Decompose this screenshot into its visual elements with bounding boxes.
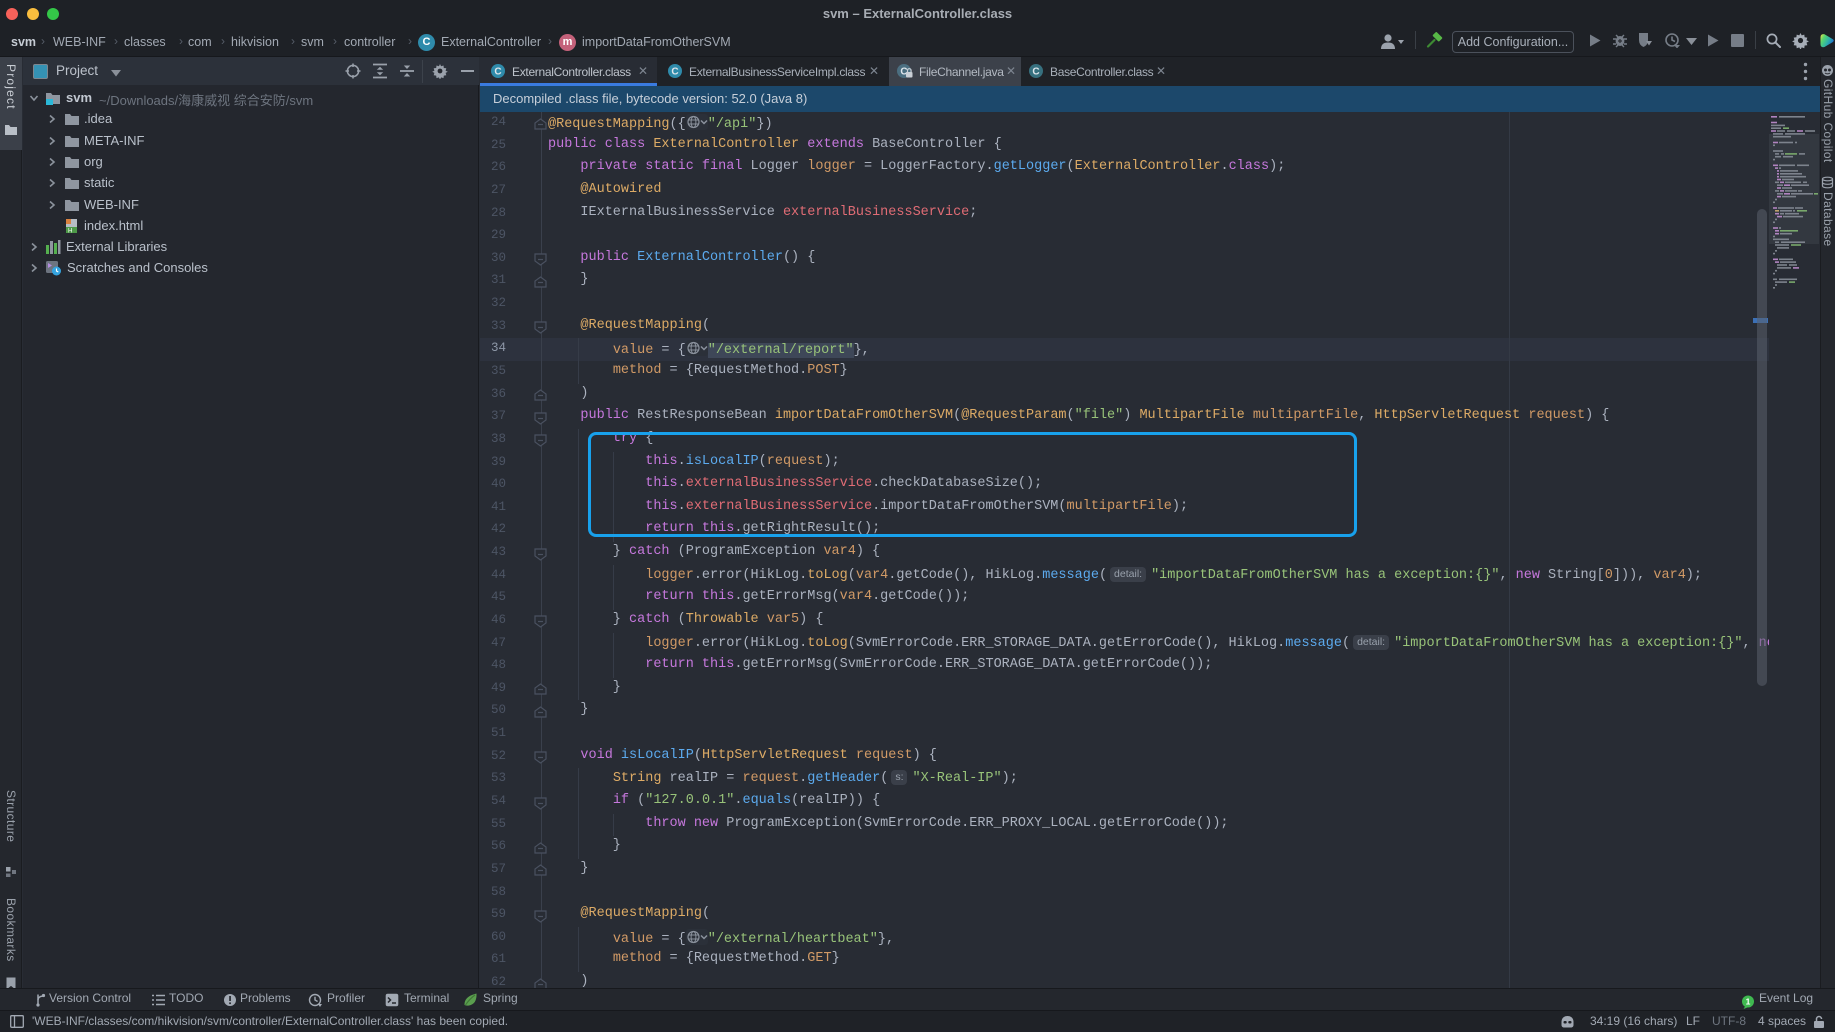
svg-text:H: H xyxy=(68,228,72,234)
svg-text:C: C xyxy=(671,67,678,78)
svg-text:1: 1 xyxy=(1746,997,1751,1007)
svg-text:C: C xyxy=(494,67,501,78)
svg-text:C: C xyxy=(1032,67,1039,78)
